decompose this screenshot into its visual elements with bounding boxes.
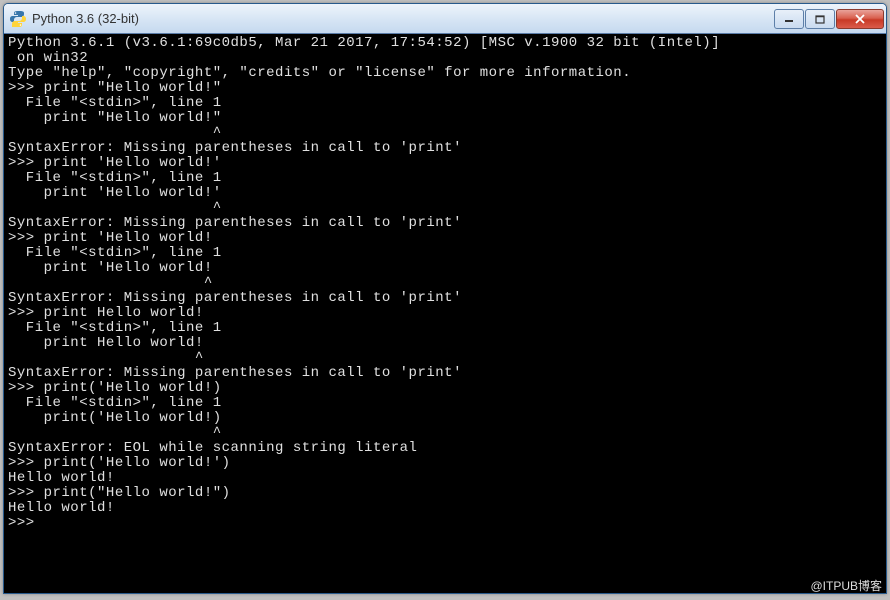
titlebar[interactable]: Python 3.6 (32-bit)	[4, 4, 886, 34]
window-title: Python 3.6 (32-bit)	[32, 11, 774, 26]
terminal-output[interactable]: Python 3.6.1 (v3.6.1:69c0db5, Mar 21 201…	[4, 34, 886, 593]
window-controls	[774, 9, 884, 29]
close-button[interactable]	[836, 9, 884, 29]
minimize-button[interactable]	[774, 9, 804, 29]
window-frame: Python 3.6 (32-bit) Python 3.6.1 (v3.6.1…	[3, 3, 887, 594]
watermark: @ITPUB博客	[810, 577, 882, 594]
python-icon	[10, 11, 26, 27]
maximize-button[interactable]	[805, 9, 835, 29]
